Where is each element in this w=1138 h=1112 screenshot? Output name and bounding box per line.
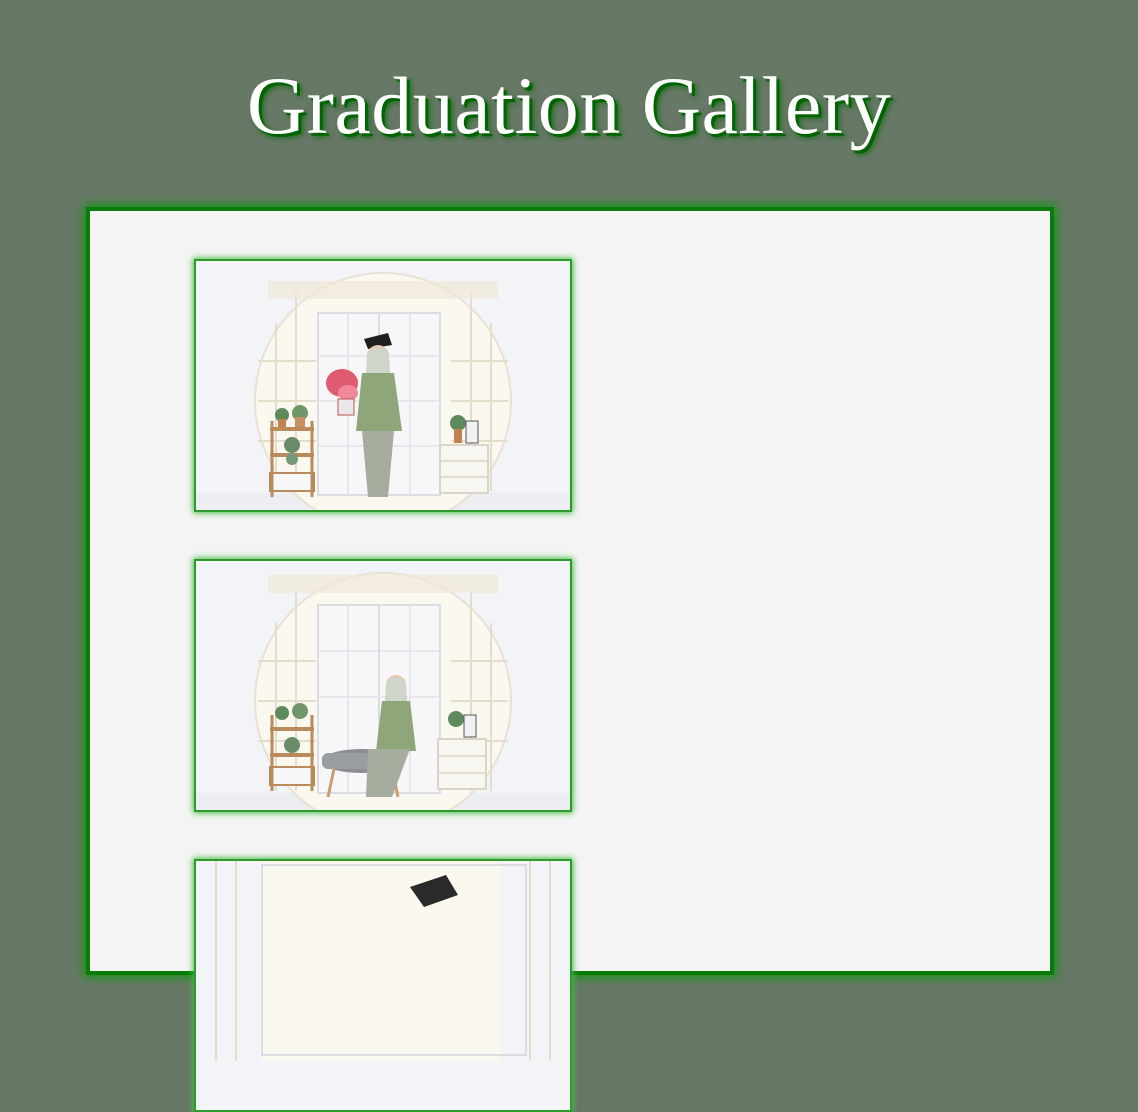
gallery-photo-2[interactable]: [194, 559, 572, 812]
gallery-panel: [86, 207, 1054, 1112]
page-title: Graduation Gallery: [246, 60, 892, 151]
graduation-photo-seated: [196, 561, 570, 810]
graduation-photo-standing: [196, 261, 570, 510]
gallery-photo-1[interactable]: [194, 259, 572, 512]
gallery-photo-3[interactable]: [194, 859, 572, 1112]
graduation-photo-third: [196, 861, 570, 1110]
